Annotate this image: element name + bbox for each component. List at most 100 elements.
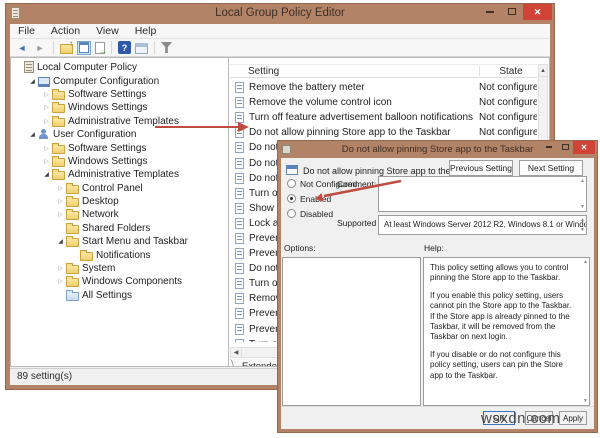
main-titlebar[interactable]: Local Group Policy Editor ✕ xyxy=(6,4,554,23)
maximize-icon xyxy=(508,8,516,15)
radio-button-icon[interactable] xyxy=(287,209,296,218)
tree-item-control-panel[interactable]: Control Panel xyxy=(11,182,228,195)
comment-textbox[interactable]: ▲ ▼ xyxy=(378,176,587,212)
menu-item-view[interactable]: View xyxy=(96,25,119,37)
expander-icon[interactable] xyxy=(56,278,65,285)
setting-state: Not configure xyxy=(479,127,537,138)
column-divider[interactable] xyxy=(479,66,480,76)
up-one-level-icon[interactable] xyxy=(60,44,73,54)
policy-setting-icon xyxy=(235,203,244,214)
expander-icon[interactable] xyxy=(56,238,65,245)
column-header-setting[interactable]: Setting xyxy=(248,66,279,77)
back-icon[interactable] xyxy=(15,41,29,55)
forward-icon[interactable] xyxy=(33,41,47,55)
expander-icon[interactable] xyxy=(28,131,37,138)
setting-name: Turn of xyxy=(249,188,280,199)
tree-item-label: Windows Settings xyxy=(68,156,147,167)
expander-icon[interactable] xyxy=(42,91,51,98)
policy-setting-icon xyxy=(235,112,244,123)
menu-item-help[interactable]: Help xyxy=(135,25,157,37)
list-header[interactable]: Setting State xyxy=(230,64,537,78)
tree-item-administrative-templates[interactable]: Administrative Templates xyxy=(11,115,228,128)
expander-icon[interactable] xyxy=(42,158,51,165)
radio-enabled[interactable]: Enabled xyxy=(287,191,357,206)
tree-item-local-computer-policy[interactable]: Local Computer Policy xyxy=(11,61,228,74)
comment-label: Comment: xyxy=(337,179,376,189)
dialog-titlebar[interactable]: Do not allow pinning Store app to the Ta… xyxy=(278,141,597,158)
tree-item-administrative-templates[interactable]: Administrative Templates xyxy=(11,168,228,181)
next-setting-button[interactable]: Next Setting xyxy=(519,160,583,176)
tree-item-software-settings[interactable]: Software Settings xyxy=(11,88,228,101)
setting-row[interactable]: Remove the battery meterNot configure xyxy=(230,80,537,95)
maximize-button[interactable] xyxy=(501,4,523,19)
export-list-icon[interactable] xyxy=(95,42,105,54)
user-icon xyxy=(38,129,50,140)
tree-item-label: Administrative Templates xyxy=(68,169,179,180)
expander-icon[interactable] xyxy=(42,104,51,111)
close-button[interactable]: ✕ xyxy=(523,4,552,20)
tree-item-label: Windows Components xyxy=(82,276,182,287)
previous-setting-button[interactable]: Previous Setting xyxy=(449,160,513,176)
help-paragraph: This policy setting allows you to contro… xyxy=(430,263,577,284)
radio-button-icon[interactable] xyxy=(287,179,296,188)
help-paragraph: If you disable or do not configure this … xyxy=(430,350,577,381)
scroll-left-icon[interactable]: ◀ xyxy=(231,348,242,357)
column-header-state[interactable]: State xyxy=(482,66,540,77)
tree-item-notifications[interactable]: Notifications xyxy=(11,248,228,261)
apply-button[interactable]: Apply xyxy=(559,411,587,425)
options-label: Options: xyxy=(284,243,316,253)
folder-icon xyxy=(52,145,65,154)
expander-icon[interactable] xyxy=(56,198,65,205)
tree-item-shared-folders[interactable]: Shared Folders xyxy=(11,222,228,235)
tree-item-windows-settings[interactable]: Windows Settings xyxy=(11,101,228,114)
tree-item-system[interactable]: System xyxy=(11,262,228,275)
new-window-icon[interactable] xyxy=(135,43,148,54)
tree-item-windows-settings[interactable]: Windows Settings xyxy=(11,155,228,168)
scroll-up-icon: ▲ xyxy=(580,178,585,184)
tree-item-network[interactable]: Network xyxy=(11,208,228,221)
radio-button-icon[interactable] xyxy=(287,194,296,203)
options-panel[interactable] xyxy=(282,257,421,406)
setting-state: Not configure xyxy=(479,82,537,93)
dialog-close-button[interactable]: ✕ xyxy=(573,141,595,154)
setting-row[interactable]: Remove the volume control iconNot config… xyxy=(230,95,537,110)
expander-icon[interactable] xyxy=(42,171,51,178)
filter-icon[interactable] xyxy=(161,42,172,53)
tree-item-desktop[interactable]: Desktop xyxy=(11,195,228,208)
setting-row[interactable]: Turn off feature advertisement balloon n… xyxy=(230,110,537,125)
expander-icon[interactable] xyxy=(28,78,37,85)
menu-item-action[interactable]: Action xyxy=(51,25,80,37)
setting-row[interactable]: Do not allow pinning Store app to the Ta… xyxy=(230,125,537,140)
tree-item-user-configuration[interactable]: User Configuration xyxy=(11,128,228,141)
help-textbox[interactable]: ▲ ▼ This policy setting allows you to co… xyxy=(423,257,590,406)
minimize-button[interactable] xyxy=(479,4,501,19)
tree-item-windows-components[interactable]: Windows Components xyxy=(11,275,228,288)
expander-icon[interactable] xyxy=(56,265,65,272)
tree-item-all-settings[interactable]: All Settings xyxy=(11,289,228,302)
scroll-up-icon: ▲ xyxy=(583,259,588,265)
scroll-up-icon[interactable]: ▲ xyxy=(539,65,547,77)
dialog-window-controls: ✕ xyxy=(541,141,595,154)
radio-label: Enabled xyxy=(300,194,331,204)
tree-item-computer-configuration[interactable]: Computer Configuration xyxy=(11,74,228,87)
folder-icon xyxy=(66,211,79,220)
menu-item-file[interactable]: File xyxy=(18,25,35,37)
dialog-maximize-button[interactable] xyxy=(557,141,573,153)
dialog-minimize-button[interactable] xyxy=(541,141,557,153)
policy-setting-icon xyxy=(235,308,244,319)
tree-item-label: Computer Configuration xyxy=(53,76,159,87)
status-text: 89 setting(s) xyxy=(17,371,72,382)
show-console-tree-icon[interactable] xyxy=(77,41,91,55)
supported-on-textbox[interactable]: At least Windows Server 2012 R2, Windows… xyxy=(378,215,587,235)
help-icon[interactable] xyxy=(118,41,131,54)
folder-icon xyxy=(80,252,93,261)
expander-icon[interactable] xyxy=(56,185,65,192)
expander-icon[interactable] xyxy=(42,118,51,125)
expander-icon[interactable] xyxy=(56,211,65,218)
expander-icon[interactable] xyxy=(42,145,51,152)
folder-icon xyxy=(66,185,79,194)
tree-item-software-settings[interactable]: Software Settings xyxy=(11,141,228,154)
tree-item-start-menu-and-taskbar[interactable]: Start Menu and Taskbar xyxy=(11,235,228,248)
tree-item-label: Shared Folders xyxy=(82,223,150,234)
folder-icon xyxy=(66,238,79,247)
